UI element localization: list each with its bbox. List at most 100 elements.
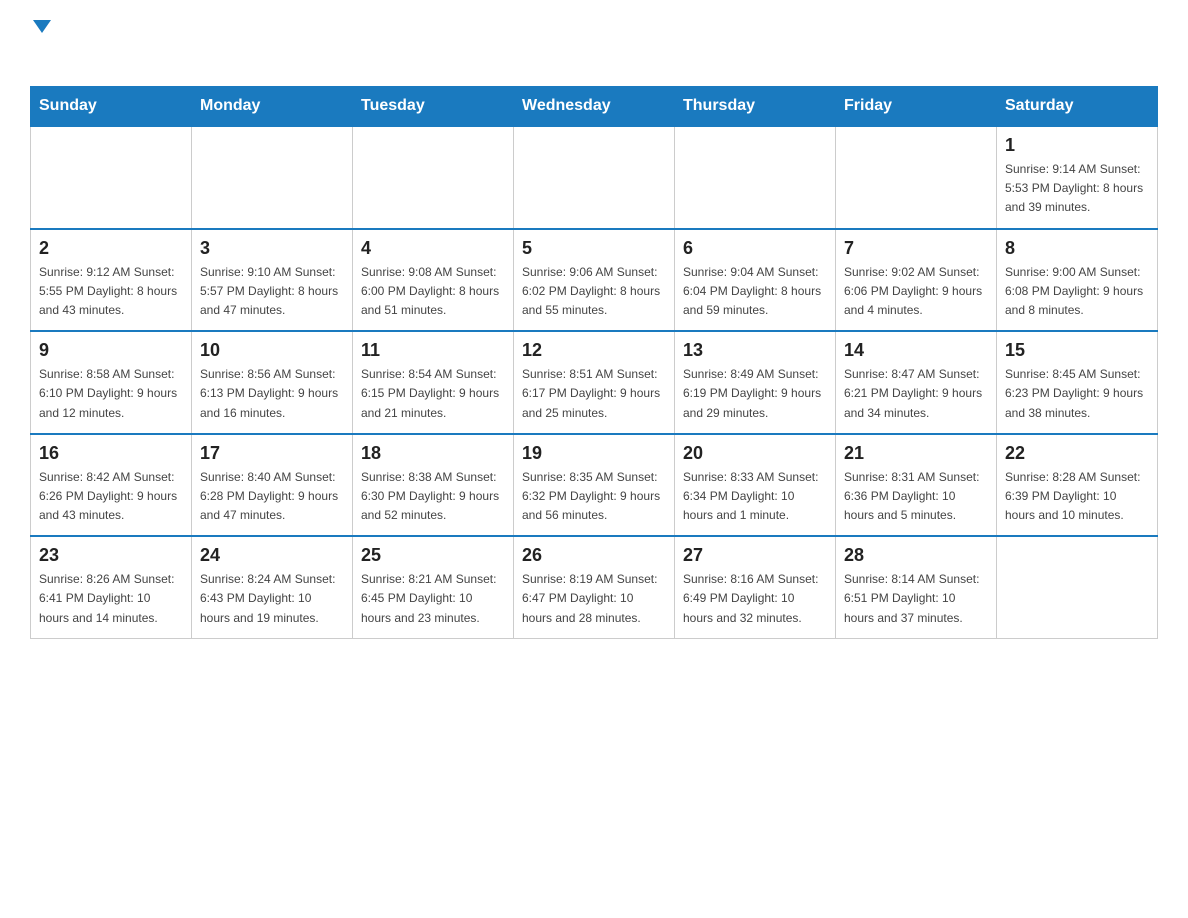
day-number: 13 [683,340,827,361]
calendar-day-cell: 4 Sunrise: 9:08 AM Sunset: 6:00 PM Daylig… [353,229,514,332]
day-number: 25 [361,545,505,566]
day-number: 2 [39,238,183,259]
day-info: Sunrise: 8:19 AM Sunset: 6:47 PM Dayligh… [522,570,666,628]
calendar-week-row: 23 Sunrise: 8:26 AM Sunset: 6:41 PM Dayli… [31,536,1158,638]
day-of-week-header: Friday [836,87,997,127]
day-number: 5 [522,238,666,259]
day-info: Sunrise: 8:33 AM Sunset: 6:34 PM Dayligh… [683,468,827,526]
calendar-day-cell: 1Sunrise: 9:14 AM Sunset: 5:53 PM Daylig… [997,126,1158,229]
day-number: 24 [200,545,344,566]
day-number: 14 [844,340,988,361]
logo-triangle-icon [33,20,51,33]
day-info: Sunrise: 9:12 AM Sunset: 5:55 PM Dayligh… [39,263,183,321]
day-info: Sunrise: 8:24 AM Sunset: 6:43 PM Dayligh… [200,570,344,628]
day-info: Sunrise: 8:56 AM Sunset: 6:13 PM Dayligh… [200,365,344,423]
calendar-day-cell: 16 Sunrise: 8:42 AM Sunset: 6:26 PM Dayli… [31,434,192,537]
calendar-week-row: 2 Sunrise: 9:12 AM Sunset: 5:55 PM Daylig… [31,229,1158,332]
day-info: Sunrise: 8:45 AM Sunset: 6:23 PM Dayligh… [1005,365,1149,423]
day-of-week-header: Tuesday [353,87,514,127]
day-info: Sunrise: 8:31 AM Sunset: 6:36 PM Dayligh… [844,468,988,526]
day-info: Sunrise: 8:14 AM Sunset: 6:51 PM Dayligh… [844,570,988,628]
day-number: 18 [361,443,505,464]
calendar-day-cell: 14 Sunrise: 8:47 AM Sunset: 6:21 PM Dayli… [836,331,997,434]
day-info: Sunrise: 8:49 AM Sunset: 6:19 PM Dayligh… [683,365,827,423]
calendar-day-cell: 10 Sunrise: 8:56 AM Sunset: 6:13 PM Dayli… [192,331,353,434]
day-info: Sunrise: 9:04 AM Sunset: 6:04 PM Dayligh… [683,263,827,321]
calendar-day-cell: 24 Sunrise: 8:24 AM Sunset: 6:43 PM Dayli… [192,536,353,638]
calendar-day-cell: 7Sunrise: 9:02 AM Sunset: 6:06 PM Daylig… [836,229,997,332]
calendar-day-cell: 15Sunrise: 8:45 AM Sunset: 6:23 PM Dayli… [997,331,1158,434]
day-number: 4 [361,238,505,259]
day-of-week-header: Wednesday [514,87,675,127]
calendar-week-row: 9 Sunrise: 8:58 AM Sunset: 6:10 PM Daylig… [31,331,1158,434]
day-number: 8 [1005,238,1149,259]
day-info: Sunrise: 8:40 AM Sunset: 6:28 PM Dayligh… [200,468,344,526]
calendar-day-cell [192,126,353,229]
day-number: 12 [522,340,666,361]
calendar-day-cell: 20 Sunrise: 8:33 AM Sunset: 6:34 PM Dayli… [675,434,836,537]
calendar-body: 1Sunrise: 9:14 AM Sunset: 5:53 PM Daylig… [31,126,1158,638]
day-info: Sunrise: 9:14 AM Sunset: 5:53 PM Dayligh… [1005,160,1149,218]
days-of-week-row: SundayMondayTuesdayWednesdayThursdayFrid… [31,87,1158,127]
day-number: 16 [39,443,183,464]
day-number: 19 [522,443,666,464]
day-info: Sunrise: 8:16 AM Sunset: 6:49 PM Dayligh… [683,570,827,628]
day-info: Sunrise: 8:47 AM Sunset: 6:21 PM Dayligh… [844,365,988,423]
day-number: 21 [844,443,988,464]
calendar-day-cell [514,126,675,229]
calendar-day-cell: 19 Sunrise: 8:35 AM Sunset: 6:32 PM Dayli… [514,434,675,537]
calendar-day-cell: 17 Sunrise: 8:40 AM Sunset: 6:28 PM Dayli… [192,434,353,537]
day-number: 10 [200,340,344,361]
calendar-day-cell: 6 Sunrise: 9:04 AM Sunset: 6:04 PM Daylig… [675,229,836,332]
calendar-day-cell: 26 Sunrise: 8:19 AM Sunset: 6:47 PM Dayli… [514,536,675,638]
day-number: 11 [361,340,505,361]
day-number: 7 [844,238,988,259]
calendar-table: SundayMondayTuesdayWednesdayThursdayFrid… [30,86,1158,639]
day-of-week-header: Sunday [31,87,192,127]
calendar-day-cell: 3 Sunrise: 9:10 AM Sunset: 5:57 PM Daylig… [192,229,353,332]
day-info: Sunrise: 8:51 AM Sunset: 6:17 PM Dayligh… [522,365,666,423]
calendar-day-cell: 12 Sunrise: 8:51 AM Sunset: 6:17 PM Dayli… [514,331,675,434]
day-info: Sunrise: 9:08 AM Sunset: 6:00 PM Dayligh… [361,263,505,321]
day-info: Sunrise: 8:38 AM Sunset: 6:30 PM Dayligh… [361,468,505,526]
day-info: Sunrise: 8:42 AM Sunset: 6:26 PM Dayligh… [39,468,183,526]
calendar-day-cell [31,126,192,229]
calendar-day-cell [353,126,514,229]
day-number: 3 [200,238,344,259]
day-number: 9 [39,340,183,361]
day-info: Sunrise: 9:06 AM Sunset: 6:02 PM Dayligh… [522,263,666,321]
day-number: 20 [683,443,827,464]
calendar-day-cell: 21 Sunrise: 8:31 AM Sunset: 6:36 PM Dayli… [836,434,997,537]
calendar-day-cell [997,536,1158,638]
day-number: 17 [200,443,344,464]
day-of-week-header: Saturday [997,87,1158,127]
calendar-header: SundayMondayTuesdayWednesdayThursdayFrid… [31,87,1158,127]
calendar-day-cell [675,126,836,229]
calendar-day-cell: 9 Sunrise: 8:58 AM Sunset: 6:10 PM Daylig… [31,331,192,434]
day-info: Sunrise: 8:28 AM Sunset: 6:39 PM Dayligh… [1005,468,1149,526]
day-info: Sunrise: 9:10 AM Sunset: 5:57 PM Dayligh… [200,263,344,321]
calendar-day-cell: 13 Sunrise: 8:49 AM Sunset: 6:19 PM Dayli… [675,331,836,434]
day-of-week-header: Thursday [675,87,836,127]
day-info: Sunrise: 8:26 AM Sunset: 6:41 PM Dayligh… [39,570,183,628]
calendar-day-cell: 27 Sunrise: 8:16 AM Sunset: 6:49 PM Dayli… [675,536,836,638]
calendar-day-cell [836,126,997,229]
day-number: 6 [683,238,827,259]
day-number: 23 [39,545,183,566]
day-number: 26 [522,545,666,566]
day-info: Sunrise: 9:00 AM Sunset: 6:08 PM Dayligh… [1005,263,1149,321]
day-number: 27 [683,545,827,566]
calendar-day-cell: 28 Sunrise: 8:14 AM Sunset: 6:51 PM Dayli… [836,536,997,638]
day-info: Sunrise: 8:21 AM Sunset: 6:45 PM Dayligh… [361,570,505,628]
logo [30,20,51,66]
calendar-day-cell: 5 Sunrise: 9:06 AM Sunset: 6:02 PM Daylig… [514,229,675,332]
day-info: Sunrise: 8:35 AM Sunset: 6:32 PM Dayligh… [522,468,666,526]
calendar-day-cell: 2 Sunrise: 9:12 AM Sunset: 5:55 PM Daylig… [31,229,192,332]
calendar-day-cell: 11 Sunrise: 8:54 AM Sunset: 6:15 PM Dayli… [353,331,514,434]
day-info: Sunrise: 8:54 AM Sunset: 6:15 PM Dayligh… [361,365,505,423]
day-number: 22 [1005,443,1149,464]
page-header [30,20,1158,66]
calendar-day-cell: 18 Sunrise: 8:38 AM Sunset: 6:30 PM Dayli… [353,434,514,537]
day-number: 28 [844,545,988,566]
day-info: Sunrise: 8:58 AM Sunset: 6:10 PM Dayligh… [39,365,183,423]
